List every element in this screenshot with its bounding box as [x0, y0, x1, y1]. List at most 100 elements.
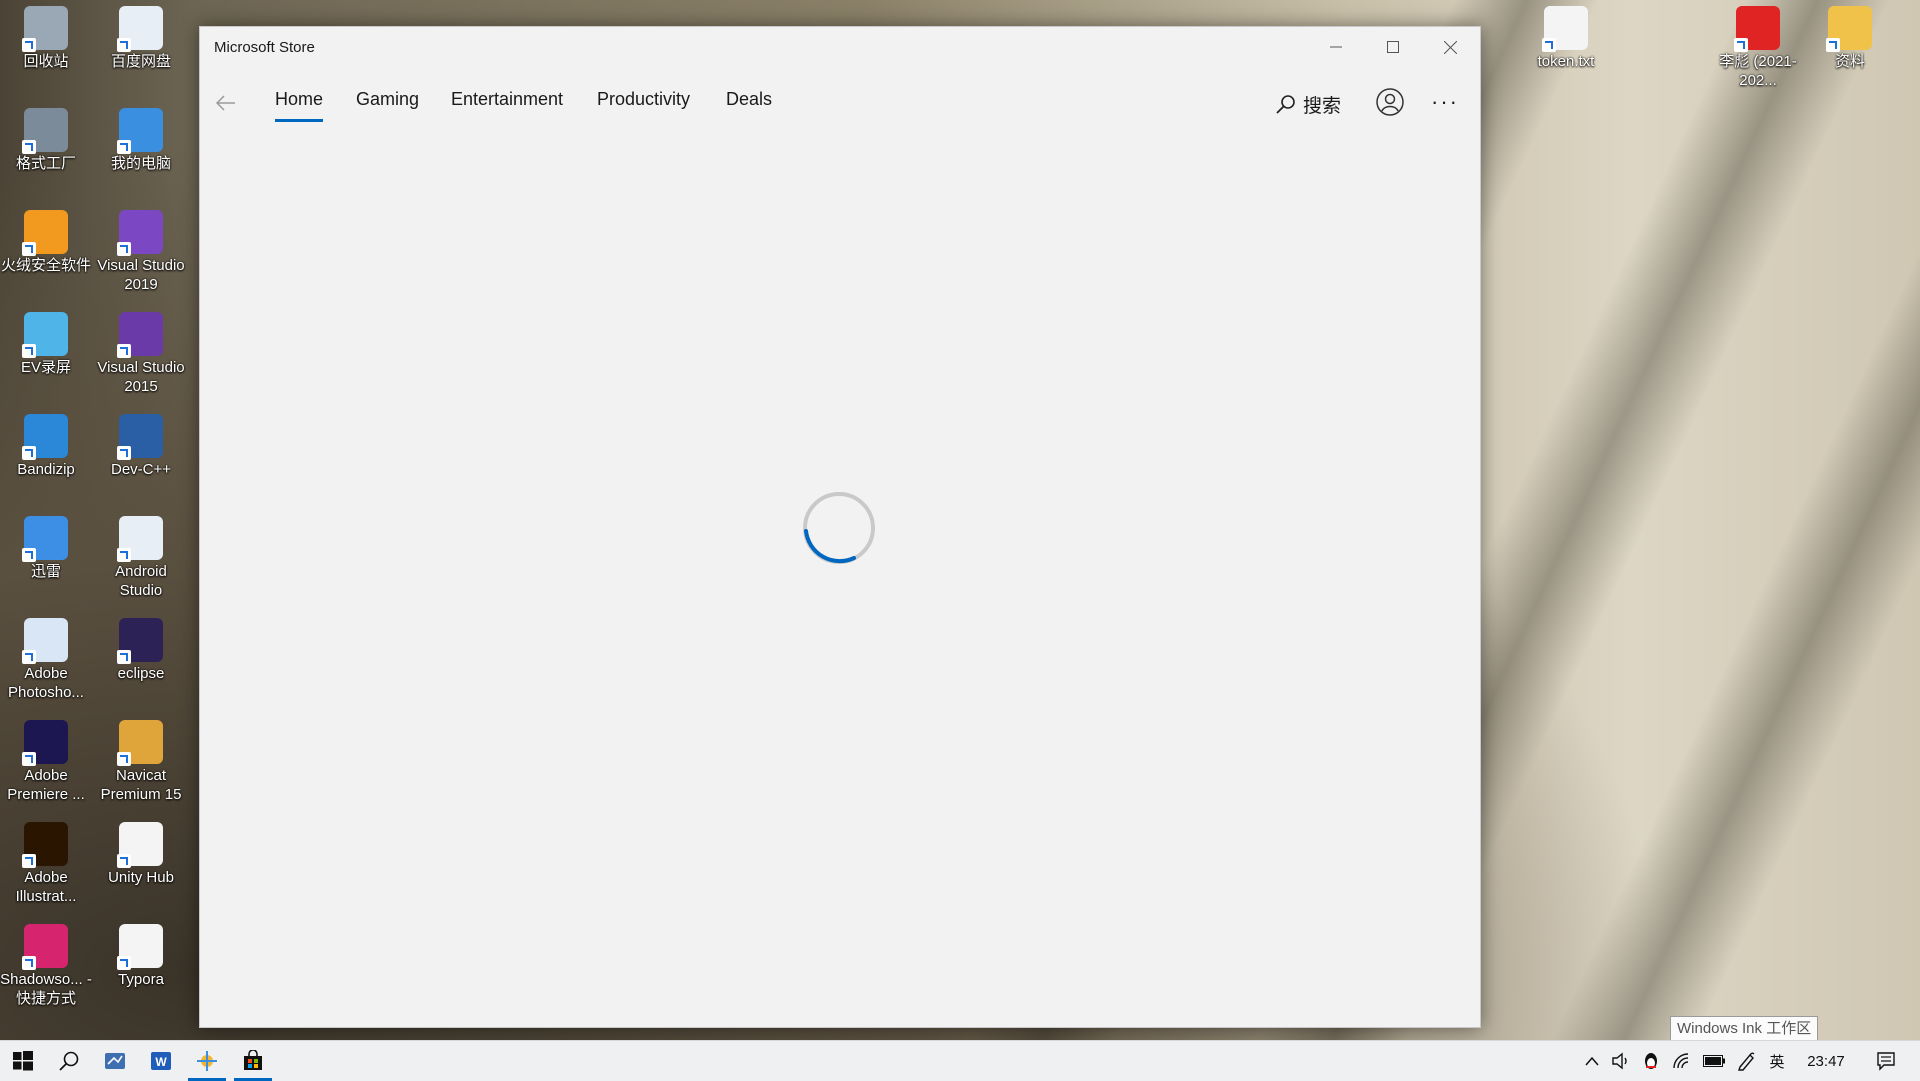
window-title: Microsoft Store — [214, 39, 315, 56]
desktop-shortcut-label: Unity Hub — [108, 869, 174, 886]
shortcut-arrow-icon — [117, 548, 131, 562]
close-button[interactable] — [1422, 27, 1478, 67]
word-icon: W — [151, 1052, 171, 1070]
maximize-button[interactable] — [1365, 27, 1421, 67]
desktop-shortcut[interactable]: Adobe Premiere ... — [0, 720, 92, 804]
action-center-button[interactable] — [1866, 1041, 1906, 1081]
desktop-shortcut-label: EV录屏 — [20, 359, 71, 376]
windows-logo-icon — [13, 1051, 33, 1071]
desktop-shortcut-label: 百度网盘 — [110, 53, 171, 70]
close-icon — [1443, 40, 1457, 54]
shortcut-arrow-icon — [22, 38, 36, 52]
qq-tray-button[interactable] — [1638, 1041, 1664, 1081]
pen-icon — [1738, 1052, 1755, 1071]
desktop-shortcut[interactable]: token.txt — [1520, 6, 1612, 71]
search-button[interactable]: 搜索 — [1275, 89, 1341, 119]
clock[interactable]: 23:47 — [1796, 1041, 1856, 1081]
desktop-shortcut[interactable]: 格式工厂 — [0, 108, 92, 173]
desktop-shortcut[interactable]: eclipse — [95, 618, 187, 683]
taskbar-app-1[interactable] — [92, 1041, 138, 1081]
desktop-shortcut-label: Visual Studio 2015 — [97, 359, 185, 395]
taskbar-word[interactable]: W — [138, 1041, 184, 1081]
desktop-shortcut[interactable]: 李彪 (2021-202... — [1712, 6, 1804, 90]
desktop-shortcut-label: Dev-C++ — [110, 461, 172, 478]
desktop-shortcut[interactable]: Shadowso... - 快捷方式 — [0, 924, 92, 1008]
input-method-indicator[interactable]: 英 — [1764, 1041, 1790, 1081]
taskbar-microsoft-store[interactable] — [230, 1041, 276, 1081]
speaker-icon — [1612, 1052, 1627, 1070]
shortcut-arrow-icon — [117, 854, 131, 868]
shortcut-arrow-icon — [22, 956, 36, 970]
desktop-shortcut[interactable]: Dev-C++ — [95, 414, 187, 479]
desktop-shortcut-label: Bandizip — [17, 461, 75, 478]
shortcut-arrow-icon — [22, 140, 36, 154]
illustrator-icon — [22, 822, 68, 868]
desktop-shortcut[interactable]: Navicat Premium 15 — [95, 720, 187, 804]
desktop-shortcut[interactable]: Android Studio — [95, 516, 187, 600]
visual-studio-2019-icon — [117, 210, 163, 256]
search-icon — [59, 1051, 79, 1071]
taskbar-app-3[interactable] — [184, 1041, 230, 1081]
desktop-shortcut[interactable]: Adobe Illustrat... — [0, 822, 92, 906]
text-file-icon — [1542, 6, 1588, 52]
desktop-shortcut[interactable]: Typora — [95, 924, 187, 989]
desktop-shortcut[interactable]: Adobe Photosho... — [0, 618, 92, 702]
more-options-button[interactable]: ··· — [1425, 85, 1465, 119]
premiere-icon — [22, 720, 68, 766]
maximize-icon — [1387, 41, 1399, 53]
chevron-up-icon — [1585, 1056, 1599, 1066]
back-arrow-icon — [216, 95, 235, 111]
format-factory-icon — [22, 108, 68, 154]
ev-recorder-icon — [22, 312, 68, 358]
start-button[interactable] — [0, 1041, 46, 1081]
network-button[interactable] — [1668, 1041, 1696, 1081]
desktop-shortcut[interactable]: Unity Hub — [95, 822, 187, 887]
account-button[interactable] — [1373, 85, 1407, 119]
minimize-button[interactable] — [1308, 27, 1364, 67]
desktop-shortcut[interactable]: 百度网盘 — [95, 6, 187, 71]
tab-productivity[interactable]: Productivity — [597, 89, 690, 121]
shortcut-arrow-icon — [117, 446, 131, 460]
taskbar-search-button[interactable] — [46, 1041, 92, 1081]
shortcut-arrow-icon — [22, 548, 36, 562]
battery-button[interactable] — [1700, 1041, 1728, 1081]
wifi-icon — [1673, 1053, 1689, 1069]
eclipse-icon — [117, 618, 163, 664]
store-nav-bar: Home Gaming Entertainment Productivity D… — [200, 77, 1480, 127]
desktop-shortcut[interactable]: 我的电脑 — [95, 108, 187, 173]
title-bar[interactable]: Microsoft Store — [200, 27, 1480, 71]
huorong-icon — [22, 210, 68, 256]
shortcut-arrow-icon — [117, 140, 131, 154]
my-computer-icon — [117, 108, 163, 154]
tab-entertainment[interactable]: Entertainment — [451, 89, 563, 121]
taskbar: W 英 23:47 — [0, 1040, 1920, 1081]
windows-ink-button[interactable] — [1732, 1041, 1760, 1081]
app-icon — [105, 1053, 125, 1069]
desktop-shortcut[interactable]: 回收站 — [0, 6, 92, 71]
notification-icon — [1877, 1052, 1895, 1071]
volume-button[interactable] — [1608, 1041, 1634, 1081]
desktop-shortcut[interactable]: 迅雷 — [0, 516, 92, 581]
dev-cpp-icon — [117, 414, 163, 460]
back-button[interactable] — [208, 85, 244, 121]
thunder-icon — [22, 516, 68, 562]
android-studio-icon — [117, 516, 163, 562]
shortcut-arrow-icon — [22, 446, 36, 460]
tab-gaming[interactable]: Gaming — [356, 89, 419, 121]
desktop-shortcut[interactable]: Visual Studio 2015 — [95, 312, 187, 396]
tab-home[interactable]: Home — [275, 89, 324, 122]
tab-deals[interactable]: Deals — [726, 89, 772, 121]
shortcut-arrow-icon — [1542, 38, 1556, 52]
desktop-shortcut-label: 迅雷 — [30, 563, 61, 580]
desktop-shortcut[interactable]: EV录屏 — [0, 312, 92, 377]
show-hidden-icons-button[interactable] — [1580, 1041, 1604, 1081]
desktop-shortcut[interactable]: 火绒安全软件 — [0, 210, 92, 275]
baidu-netdisk-icon — [117, 6, 163, 52]
desktop-shortcut[interactable]: Visual Studio 2019 — [95, 210, 187, 294]
search-icon — [1276, 95, 1295, 114]
desktop-shortcut[interactable]: 资料 — [1804, 6, 1896, 71]
shortcut-arrow-icon — [1734, 38, 1748, 52]
recycle-bin-icon — [22, 6, 68, 52]
pdf-file-icon — [1734, 6, 1780, 52]
desktop-shortcut[interactable]: Bandizip — [0, 414, 92, 479]
